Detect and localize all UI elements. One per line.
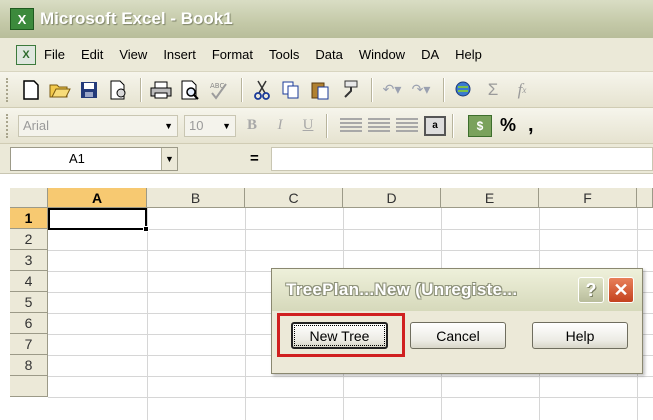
function-icon[interactable]: fx [509,77,535,103]
menu-format[interactable]: Format [212,47,253,62]
toolbar-separator [443,77,445,102]
row-header-1[interactable]: 1 [10,208,48,229]
align-right-icon[interactable] [396,117,418,134]
workbook-icon[interactable]: X [16,44,36,65]
print-preview-icon[interactable] [177,77,203,103]
menu-file[interactable]: File [44,47,65,62]
name-box[interactable]: A1 ▼ [10,146,178,171]
column-header-a[interactable]: A [48,188,147,208]
chevron-down-icon: ▼ [222,120,231,131]
bold-button[interactable]: B [240,114,264,138]
menu-edit[interactable]: Edit [81,47,103,62]
column-header-d[interactable]: D [343,188,441,208]
gridline [245,208,246,420]
name-box-value: A1 [69,151,85,166]
save-icon[interactable] [76,77,102,103]
comma-style-button[interactable]: , [528,114,534,137]
excel-app-icon: X [10,8,34,30]
column-header-e[interactable]: E [441,188,539,208]
gridline [147,208,148,420]
row-header-7[interactable]: 7 [10,334,48,355]
percent-button[interactable]: % [500,115,516,136]
toolbar-grip[interactable] [6,113,10,138]
font-size-select[interactable]: 10 ▼ [184,114,236,137]
italic-button[interactable]: I [268,114,292,138]
gridline [48,376,653,377]
help-button[interactable]: Help [532,322,628,349]
row-header-4[interactable]: 4 [10,271,48,292]
new-icon[interactable] [18,77,44,103]
fill-handle[interactable] [143,226,149,232]
undo-icon[interactable]: ↶▾ [379,77,405,103]
chevron-down-icon: ▼ [164,120,173,131]
treeplan-dialog: TreePlan...New (Unregiste... ? ✕ New Tre… [271,268,643,374]
menu-insert[interactable]: Insert [163,47,196,62]
column-header-b[interactable]: B [147,188,245,208]
font-name-value: Arial [23,118,50,133]
toolbar-separator [140,77,142,102]
menu-bar: X File Edit View Insert Format Tools Dat… [0,38,653,72]
menu-view[interactable]: View [119,47,147,62]
toolbar-separator [452,113,454,138]
font-size-value: 10 [189,118,204,133]
cut-icon[interactable] [249,77,275,103]
open-icon[interactable] [47,77,73,103]
align-center-icon[interactable] [368,117,390,134]
format-painter-icon[interactable] [336,77,362,103]
active-cell-a1[interactable] [48,208,147,230]
spelling-icon[interactable]: ABC [206,77,232,103]
standard-toolbar: ABC ↶▾ ↷▾ Σ fx [0,72,653,108]
redo-icon[interactable]: ↷▾ [408,77,434,103]
title-bar: X Microsoft Excel - Book1 [0,0,653,38]
gridline [48,397,653,398]
font-name-select[interactable]: Arial ▼ [18,114,178,137]
toolbar-separator [371,77,373,102]
row-header-3[interactable]: 3 [10,250,48,271]
row-header-5[interactable]: 5 [10,292,48,313]
paste-icon[interactable] [307,77,333,103]
dialog-title: TreePlan...New (Unregiste... [286,280,518,299]
formula-bar: A1 ▼ = [0,144,653,174]
permission-icon[interactable] [105,77,131,103]
menu-da[interactable]: DA [421,47,439,62]
equals-sign: = [250,150,259,167]
menu-data[interactable]: Data [315,47,342,62]
formula-input[interactable] [270,146,653,171]
currency-icon[interactable]: $ [468,114,492,137]
merge-center-icon[interactable]: a [424,115,446,136]
column-header-c[interactable]: C [245,188,343,208]
row-header-9[interactable] [10,376,48,397]
cancel-button[interactable]: Cancel [410,322,506,349]
column-header-f[interactable]: F [539,188,637,208]
menu-window[interactable]: Window [359,47,405,62]
gridline [48,250,653,251]
row-header-8[interactable]: 8 [10,355,48,376]
copy-icon[interactable] [278,77,304,103]
chevron-down-icon[interactable]: ▼ [161,147,177,170]
print-icon[interactable] [148,77,174,103]
column-header-g[interactable] [637,188,653,208]
menu-tools[interactable]: Tools [269,47,299,62]
help-icon[interactable]: ? [578,277,604,303]
select-all-corner[interactable] [10,188,48,208]
menu-help[interactable]: Help [455,47,482,62]
window-title: Microsoft Excel - Book1 [40,9,233,28]
toolbar-separator [241,77,243,102]
row-header-2[interactable]: 2 [10,229,48,250]
toolbar-separator [326,113,328,138]
close-icon[interactable]: ✕ [608,277,634,303]
formatting-toolbar: Arial ▼ 10 ▼ B I U a $ % , [0,108,653,144]
hyperlink-icon[interactable] [451,77,477,103]
toolbar-grip[interactable] [6,77,10,102]
row-header-6[interactable]: 6 [10,313,48,334]
new-tree-button[interactable]: New Tree [291,322,388,349]
align-left-icon[interactable] [340,117,362,134]
autosum-icon[interactable]: Σ [480,77,506,103]
underline-button[interactable]: U [296,114,320,138]
